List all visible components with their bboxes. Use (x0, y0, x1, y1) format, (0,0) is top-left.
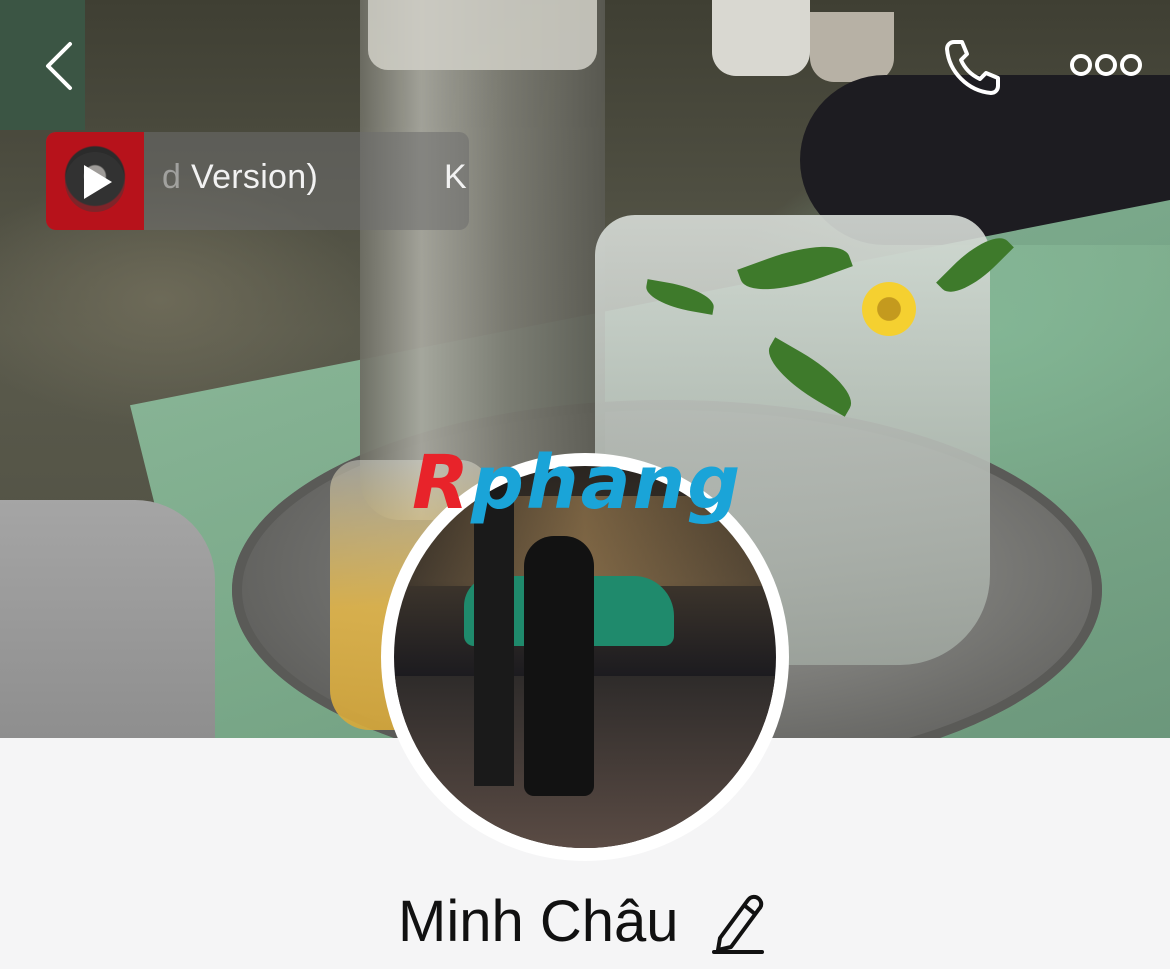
cover-plant-pot (712, 0, 810, 76)
chevron-left-icon (46, 42, 72, 90)
profile-name: Minh Châu (398, 889, 679, 954)
call-button[interactable] (940, 36, 1004, 98)
song-title-faded: d (162, 158, 182, 196)
cover-flower (862, 282, 916, 336)
back-button[interactable] (36, 38, 86, 94)
watermark: Rphang (412, 440, 742, 526)
song-artist: K (444, 158, 467, 196)
song-title: d Version) (162, 158, 318, 197)
play-button[interactable] (57, 152, 134, 212)
edit-name-button[interactable] (710, 892, 766, 954)
play-icon (65, 152, 125, 212)
pencil-icon (712, 894, 764, 954)
watermark-rest: phang (470, 440, 743, 526)
more-horizontal-icon (1070, 54, 1142, 76)
cover-plant-pot (810, 12, 894, 82)
song-title-visible: Version) (181, 158, 319, 196)
phone-icon (945, 40, 1000, 95)
cover-sofa (0, 500, 215, 738)
more-button[interactable] (1068, 50, 1144, 80)
avatar-person (524, 536, 594, 796)
watermark-first: R (412, 440, 471, 526)
